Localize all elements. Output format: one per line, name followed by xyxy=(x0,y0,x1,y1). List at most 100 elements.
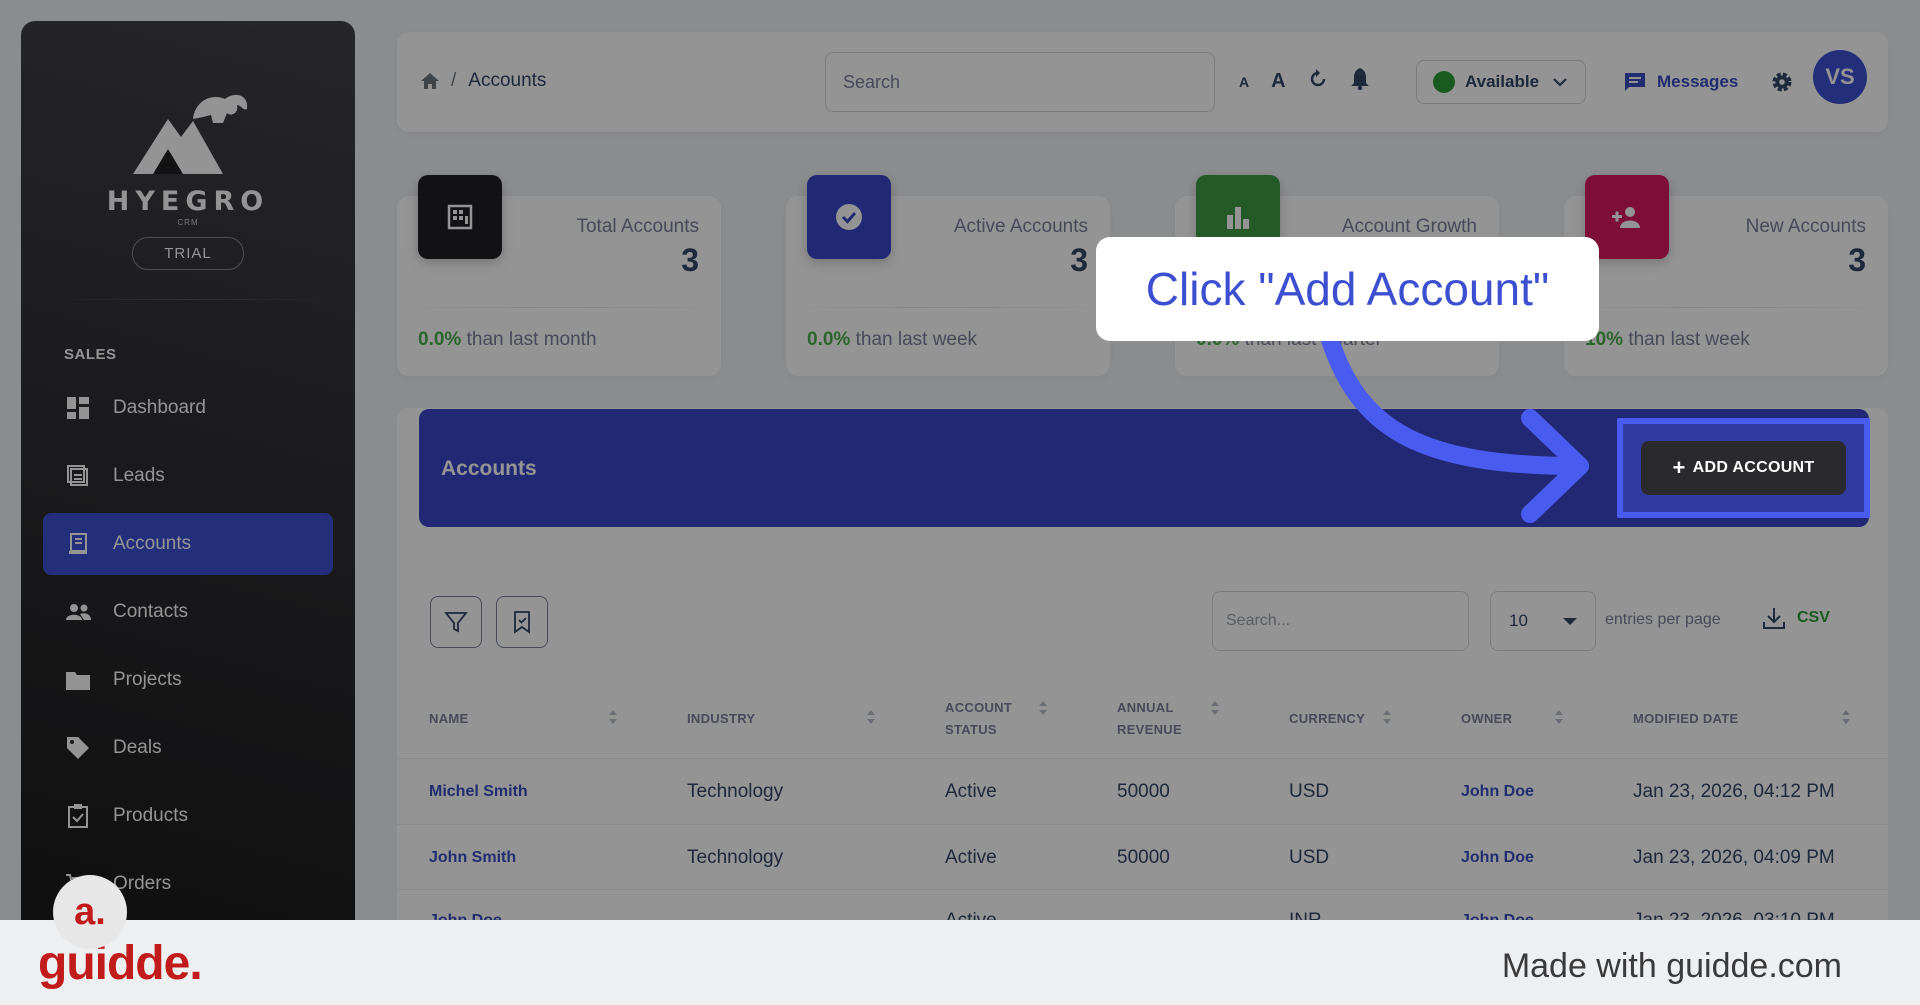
global-search-input[interactable]: Search xyxy=(825,52,1215,112)
table-search-input[interactable]: Search... xyxy=(1212,591,1469,651)
messages-label: Messages xyxy=(1657,72,1739,91)
leads-icon xyxy=(65,463,91,489)
sort-icon[interactable] xyxy=(867,710,875,724)
stat-footer: 10% than last week xyxy=(1585,329,1750,351)
row-divider xyxy=(397,889,1888,890)
column-header-industry[interactable]: INDUSTRY xyxy=(687,708,755,730)
sidebar-item-dashboard[interactable]: Dashboard xyxy=(43,377,333,439)
sort-icon[interactable] xyxy=(1555,710,1563,724)
stat-value: 3 xyxy=(681,242,699,278)
panel-title: Accounts xyxy=(441,457,537,480)
cell-industry: Technology xyxy=(687,781,784,802)
messages-link[interactable]: Messages xyxy=(1625,72,1738,92)
column-header-account-status[interactable]: ACCOUNT STATUS xyxy=(945,697,1025,741)
sort-icon[interactable] xyxy=(1842,710,1850,724)
sidebar-item-label: Accounts xyxy=(113,533,192,554)
refresh-icon[interactable] xyxy=(1308,69,1328,94)
sort-icon[interactable] xyxy=(1383,710,1391,724)
csv-export-button[interactable]: CSV xyxy=(1763,607,1830,629)
owner-link[interactable]: John Doe xyxy=(1461,783,1534,801)
breadcrumb-separator: / xyxy=(451,70,457,91)
sidebar-item-label: Dashboard xyxy=(113,397,206,418)
sort-icon[interactable] xyxy=(609,710,617,724)
guidde-logo: guidde. xyxy=(38,937,203,990)
dashboard-icon xyxy=(65,395,91,421)
bell-icon[interactable] xyxy=(1350,68,1370,95)
chevron-down-icon xyxy=(1553,77,1567,87)
trial-badge[interactable]: TRIAL xyxy=(132,237,244,270)
cell-modified-date: Jan 23, 2026, 04:12 PM xyxy=(1633,781,1835,802)
sidebar-item-label: Leads xyxy=(113,465,165,486)
stat-value: 3 xyxy=(1070,242,1088,278)
stat-card-total-accounts: Total Accounts 3 0.0% than last month xyxy=(397,175,721,376)
csv-label: CSV xyxy=(1797,609,1830,626)
tag-icon xyxy=(65,735,91,761)
font-increase-button[interactable]: A xyxy=(1271,70,1285,93)
sidebar: HYEGRO CRM TRIAL SALES Dashboard Leads A… xyxy=(21,21,355,981)
sidebar-item-contacts[interactable]: Contacts xyxy=(43,581,333,643)
sidebar-item-projects[interactable]: Projects xyxy=(43,649,333,711)
building-icon xyxy=(418,175,502,259)
column-header-annual-revenue[interactable]: ANNUAL REVENUE xyxy=(1117,697,1197,741)
bookmark-icon xyxy=(514,611,530,634)
clipboard-check-icon xyxy=(65,803,91,829)
top-navbar: / Accounts Search A A Available Messages… xyxy=(397,32,1888,132)
brand-logo xyxy=(133,94,248,174)
cell-modified-date: Jan 23, 2026, 04:09 PM xyxy=(1633,847,1835,868)
divider xyxy=(397,307,721,308)
account-name-link[interactable]: Michel Smith xyxy=(429,783,528,801)
cell-industry: Technology xyxy=(687,847,784,868)
stat-label: Total Accounts xyxy=(576,216,699,237)
breadcrumb-current: Accounts xyxy=(468,70,547,91)
account-name-link[interactable]: John Smith xyxy=(429,849,516,867)
status-dot xyxy=(1433,71,1455,93)
sort-icon[interactable] xyxy=(1039,701,1047,715)
column-header-modified-date[interactable]: MODIFIED DATE xyxy=(1633,708,1739,730)
stat-change: 0.0% xyxy=(807,329,851,350)
column-header-owner[interactable]: OWNER xyxy=(1461,708,1512,730)
saved-filters-button[interactable] xyxy=(496,596,548,648)
stat-footer: 0.0% than last month xyxy=(418,329,597,351)
availability-value: Available xyxy=(1465,72,1540,91)
contacts-icon xyxy=(65,599,91,625)
stat-label: Account Growth xyxy=(1341,216,1477,237)
sidebar-item-products[interactable]: Products xyxy=(43,785,333,847)
filter-button[interactable] xyxy=(430,596,482,648)
cell-status: Active xyxy=(945,847,997,868)
guidde-bubble[interactable]: a. xyxy=(53,875,127,949)
cell-status: Active xyxy=(945,781,997,802)
sort-icon[interactable] xyxy=(1211,701,1219,715)
row-divider xyxy=(397,824,1888,825)
stat-label: Active Accounts xyxy=(953,216,1088,237)
sidebar-item-leads[interactable]: Leads xyxy=(43,445,333,507)
entries-per-page-select[interactable]: 10 xyxy=(1490,591,1596,651)
per-page-value: 10 xyxy=(1509,611,1528,630)
sidebar-item-accounts[interactable]: Accounts xyxy=(43,513,333,575)
stat-card-active-accounts: Active Accounts 3 0.0% than last week xyxy=(786,175,1110,376)
accounts-icon xyxy=(65,531,91,557)
add-account-button[interactable]: + ADD ACCOUNT xyxy=(1641,441,1846,495)
font-decrease-button[interactable]: A xyxy=(1239,74,1249,90)
caret-down-icon xyxy=(1563,618,1577,625)
stat-change: 0.0% xyxy=(418,329,462,350)
avatar[interactable]: VS xyxy=(1813,50,1867,104)
owner-link[interactable]: John Doe xyxy=(1461,849,1534,867)
cell-revenue: 50000 xyxy=(1117,781,1170,802)
search-placeholder: Search xyxy=(843,71,901,92)
availability-select[interactable]: Available xyxy=(1416,60,1586,104)
cell-currency: USD xyxy=(1289,781,1330,802)
sidebar-item-label: Projects xyxy=(113,669,182,690)
sidebar-item-label: Contacts xyxy=(113,601,188,622)
gear-icon[interactable] xyxy=(1771,71,1793,98)
add-account-label: ADD ACCOUNT xyxy=(1692,459,1815,476)
sidebar-item-deals[interactable]: Deals xyxy=(43,717,333,779)
home-icon[interactable] xyxy=(421,73,439,89)
column-header-name[interactable]: NAME xyxy=(429,708,468,730)
column-header-currency[interactable]: CURRENCY xyxy=(1289,708,1365,730)
message-icon xyxy=(1625,73,1645,91)
sidebar-item-label: Products xyxy=(113,805,188,826)
per-page-label: entries per page xyxy=(1605,611,1721,628)
download-icon xyxy=(1763,608,1785,629)
sidebar-item-label: Orders xyxy=(113,873,172,894)
stat-period: than last week xyxy=(855,329,978,350)
